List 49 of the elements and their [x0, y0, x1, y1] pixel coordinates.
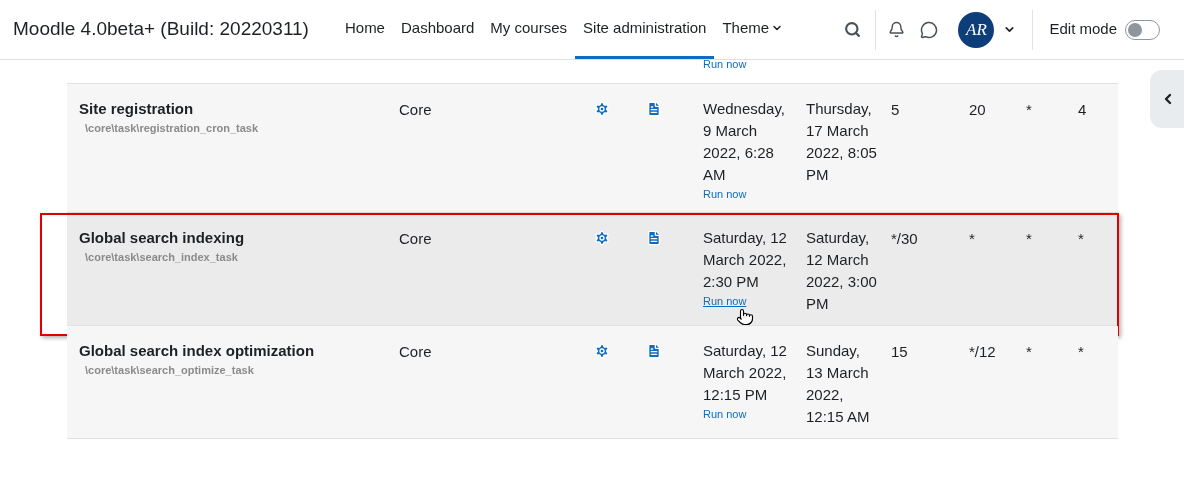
drawer-toggle-button[interactable] [1150, 70, 1184, 128]
run-now-link[interactable]: Run now [703, 56, 747, 72]
site-title[interactable]: Moodle 4.0beta+ (Build: 20220311) [13, 15, 309, 44]
task-classname: \core\task\registration_cron_task [84, 121, 260, 136]
run-now-link[interactable]: Run now [703, 406, 747, 422]
edit-mode-switch[interactable] [1125, 19, 1160, 40]
next-run-cell-text: Sunday, 13 March 2022, 12:15 AM [806, 341, 871, 427]
component-cell: Core [399, 343, 432, 360]
schedule-cell: 5 [891, 101, 900, 118]
schedule-cell: * [1026, 343, 1032, 360]
messages-icon[interactable] [920, 20, 939, 39]
task-name: Global search indexing [79, 228, 246, 248]
last-run-cell-text: Saturday, 12 March 2022, 2:30 PM [703, 228, 787, 292]
search-icon[interactable] [844, 21, 862, 38]
schedule-cell: */12 [969, 343, 996, 360]
run-now-link[interactable]: Run now [703, 186, 747, 202]
next-run-cell-text: Saturday, 12 March 2022, 3:00 PM [806, 228, 878, 314]
nav-tab[interactable]: Theme [714, 0, 792, 59]
task-name: Global search index optimization [79, 341, 316, 361]
task-classname: \core\task\search_index_task [84, 250, 239, 265]
schedule-cell: 4 [1078, 101, 1087, 118]
schedule-cell: * [1078, 343, 1084, 360]
settings-icon[interactable] [594, 343, 610, 359]
settings-icon[interactable] [594, 101, 610, 117]
nav-tab[interactable]: Home [336, 0, 393, 59]
document-icon[interactable] [646, 100, 662, 118]
last-run-cell-text: Saturday, 12 March 2022, 12:15 PM [703, 341, 787, 405]
user-avatar[interactable]: AR [958, 11, 995, 48]
edit-mode-label: Edit mode [1049, 19, 1117, 40]
schedule-cell: 15 [891, 343, 908, 360]
nav-tab[interactable]: Dashboard [392, 0, 483, 59]
task-classname: \core\task\search_optimize_task [84, 363, 255, 378]
schedule-cell: */30 [891, 230, 918, 247]
document-icon[interactable] [646, 229, 662, 247]
schedule-cell: * [1026, 230, 1032, 247]
schedule-cell: 20 [969, 101, 986, 118]
notifications-icon[interactable] [888, 21, 906, 38]
document-icon[interactable] [646, 342, 662, 360]
schedule-cell: * [1078, 230, 1084, 247]
next-run-cell-text: Thursday, 17 March 2022, 8:05 PM [806, 99, 878, 185]
schedule-cell: * [969, 230, 975, 247]
settings-icon[interactable] [594, 230, 610, 246]
last-run-cell-text: Wednesday, 9 March 2022, 6:28 AM [703, 99, 786, 185]
schedule-cell: * [1026, 101, 1032, 118]
run-now-link[interactable]: Run now [703, 293, 747, 309]
task-name: Site registration [79, 99, 195, 119]
component-cell: Core [399, 230, 432, 247]
nav-tab[interactable]: My courses [482, 0, 576, 59]
component-cell: Core [399, 101, 432, 118]
